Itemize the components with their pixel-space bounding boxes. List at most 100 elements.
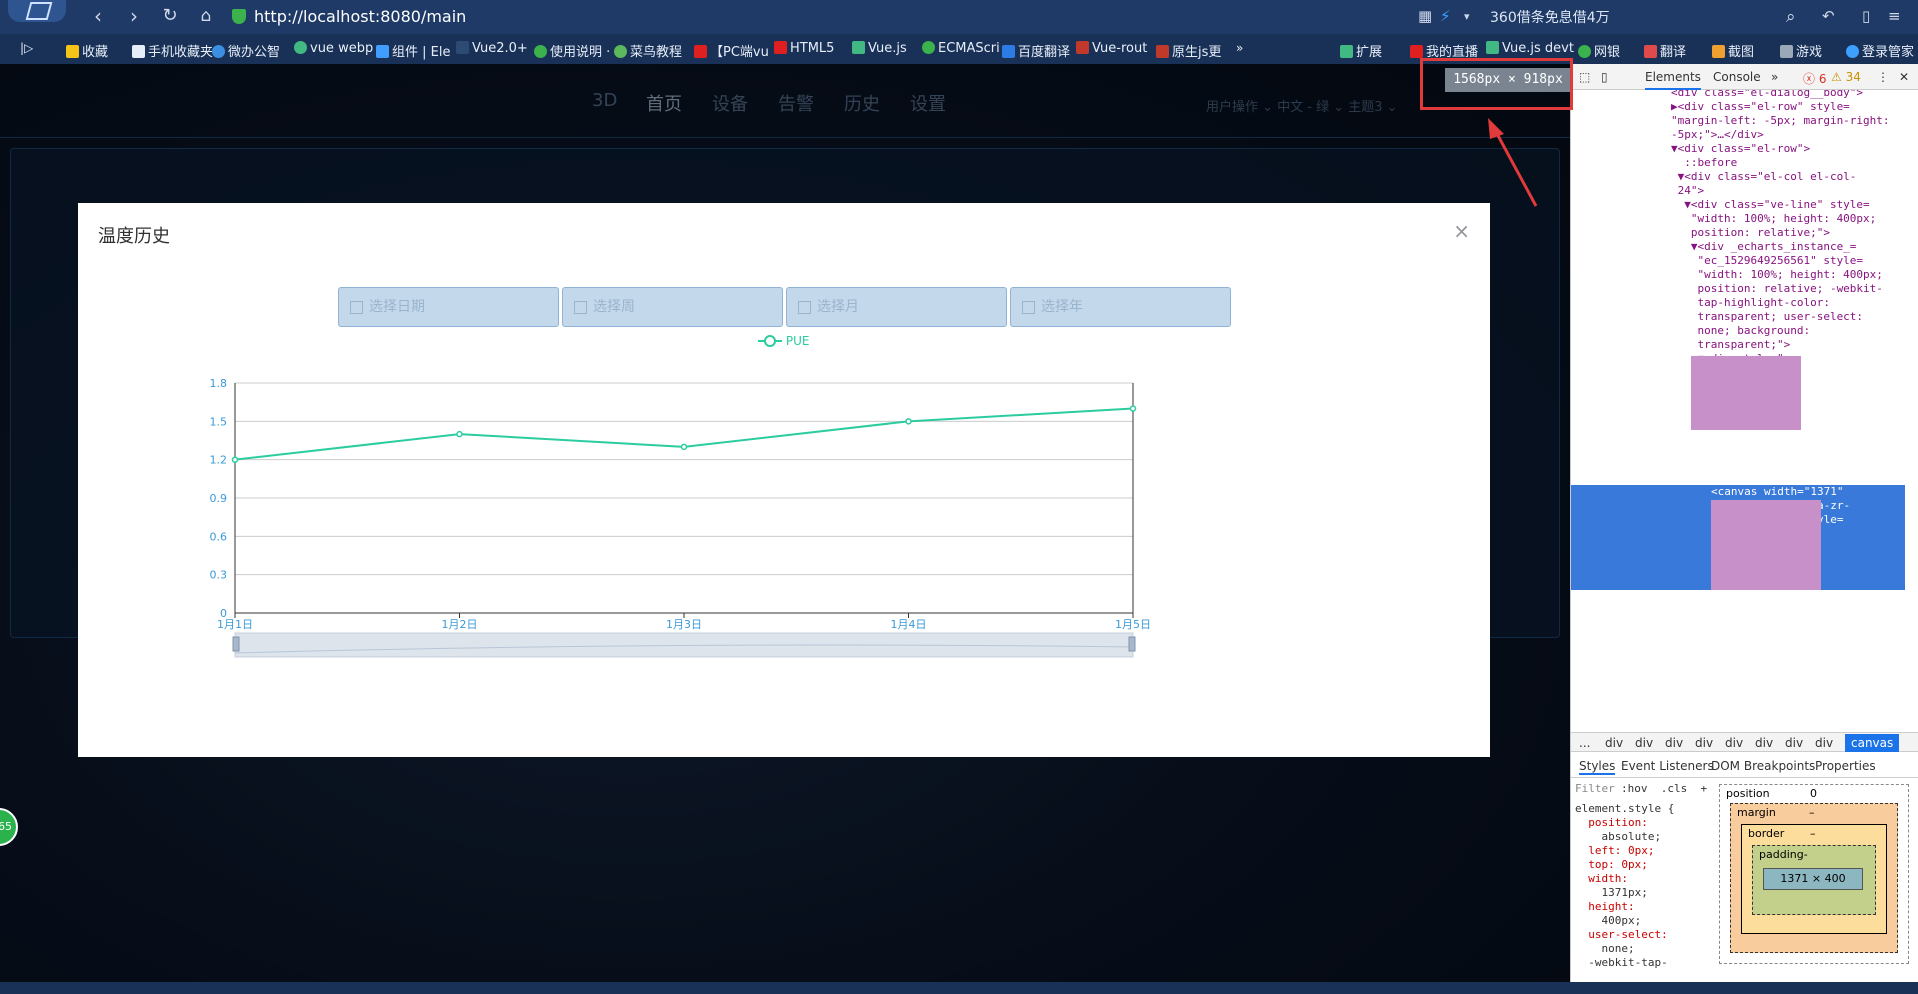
- bookmark-right-item[interactable]: 网银: [1578, 41, 1620, 60]
- tab-dom-breakpoints[interactable]: DOM Breakpoints: [1711, 759, 1815, 773]
- dropdown-icon[interactable]: ▾: [1464, 10, 1470, 23]
- style-rule-line[interactable]: left: 0px;: [1575, 844, 1674, 858]
- bookmark-favorites[interactable]: 收藏: [66, 41, 108, 60]
- lightning-icon[interactable]: ⚡: [1440, 7, 1451, 25]
- dom-node-line[interactable]: 24">: [1671, 184, 1705, 198]
- more-tabs-icon[interactable]: »: [1771, 70, 1778, 84]
- bookmark-right-item[interactable]: Vue.js devt: [1486, 41, 1574, 56]
- dom-node-line[interactable]: ▼<div class="el-row">: [1671, 142, 1810, 156]
- style-rule-line[interactable]: 400px;: [1575, 914, 1674, 928]
- error-count[interactable]: ⓧ 6: [1803, 70, 1826, 87]
- close-devtools-icon[interactable]: ✕: [1899, 70, 1909, 84]
- dom-node-line[interactable]: tap-highlight-color:: [1671, 296, 1829, 310]
- bookmark-item[interactable]: 【PC端vu: [694, 41, 769, 60]
- dom-node-line[interactable]: ▼<div _echarts_instance_=: [1671, 240, 1857, 254]
- bookmark-item[interactable]: HTML5: [774, 41, 834, 56]
- dom-node-line[interactable]: ::before: [1671, 156, 1737, 170]
- crumb[interactable]: div: [1725, 736, 1743, 750]
- dom-node-line[interactable]: transparent; user-select:: [1671, 310, 1863, 324]
- crumb[interactable]: div: [1635, 736, 1653, 750]
- warning-count[interactable]: ⚠ 34: [1831, 70, 1861, 84]
- phone-icon[interactable]: ▯: [1862, 7, 1870, 25]
- reload-icon[interactable]: ↻: [158, 5, 182, 29]
- bookmark-item[interactable]: Vue-rout: [1076, 41, 1147, 56]
- bookmark-item[interactable]: ECMAScri: [922, 41, 1000, 56]
- style-rule-line[interactable]: -webkit-tap-: [1575, 956, 1674, 970]
- style-rule-line[interactable]: 1371px;: [1575, 886, 1674, 900]
- device-toolbar-icon[interactable]: ▯: [1601, 70, 1608, 84]
- address-bar[interactable]: http://localhost:8080/main: [232, 3, 1362, 31]
- crumb[interactable]: div: [1605, 736, 1623, 750]
- bookmark-item[interactable]: vue webp: [294, 41, 373, 56]
- bookmark-item[interactable]: 原生js更: [1156, 41, 1221, 60]
- kebab-menu-icon[interactable]: ⋮: [1877, 70, 1889, 84]
- dom-node-line[interactable]: "width: 100%; height: 400px;: [1671, 268, 1882, 282]
- tab-event-listeners[interactable]: Event Listeners: [1621, 759, 1714, 773]
- dom-node-line[interactable]: "width: 100%; height: 400px;: [1671, 212, 1876, 226]
- bookmark-item[interactable]: 微办公智: [212, 41, 280, 60]
- style-rule-line[interactable]: none;: [1575, 942, 1674, 956]
- box-content[interactable]: 1371 × 400: [1763, 868, 1863, 890]
- dom-node-line[interactable]: -5px;">…</div>: [1671, 128, 1764, 142]
- crumb-canvas[interactable]: canvas: [1845, 734, 1900, 752]
- secure-shield-icon: [232, 9, 246, 24]
- filter-options[interactable]: :hov .cls +: [1621, 782, 1707, 796]
- style-rule-line[interactable]: top: 0px;: [1575, 858, 1674, 872]
- crumb[interactable]: div: [1815, 736, 1833, 750]
- inspect-icon[interactable]: ⬚: [1579, 70, 1590, 84]
- promo-text[interactable]: 360借条免息借4万: [1490, 7, 1610, 27]
- bookmark-item[interactable]: 使用说明 ·: [534, 41, 610, 60]
- dom-node-line[interactable]: "margin-left: -5px; margin-right:: [1671, 114, 1890, 128]
- style-rule-line[interactable]: position:: [1575, 816, 1674, 830]
- bookmark-right-item[interactable]: 游戏: [1780, 41, 1822, 60]
- home-icon[interactable]: ⌂: [194, 5, 218, 29]
- bookmark-right-item[interactable]: 截图: [1712, 41, 1754, 60]
- bookmark-right-item[interactable]: 翻译: [1644, 41, 1686, 60]
- crumb[interactable]: div: [1755, 736, 1773, 750]
- filter-label[interactable]: Filter: [1575, 782, 1615, 796]
- style-rule-line[interactable]: height:: [1575, 900, 1674, 914]
- crumb[interactable]: div: [1785, 736, 1803, 750]
- crumb[interactable]: ...: [1579, 736, 1590, 750]
- style-rule-line[interactable]: element.style {: [1575, 802, 1674, 816]
- search-icon[interactable]: ⌕: [1786, 7, 1796, 27]
- tab-styles[interactable]: Styles: [1579, 759, 1616, 775]
- bookmark-item[interactable]: Vue2.0+: [456, 41, 528, 56]
- more-bookmarks-icon[interactable]: »: [1236, 41, 1243, 55]
- dom-node-line[interactable]: position: relative; -webkit-: [1671, 282, 1882, 296]
- tab-console[interactable]: Console: [1713, 70, 1761, 84]
- bookmark-item[interactable]: 手机收藏夹: [132, 41, 213, 60]
- browser-logo-icon[interactable]: [8, 0, 66, 22]
- bookmark-item[interactable]: Vue.js: [852, 41, 907, 56]
- bookmark-right-item[interactable]: 扩展: [1340, 41, 1382, 60]
- dom-node-line[interactable]: position: relative;">: [1671, 226, 1830, 240]
- back-icon[interactable]: ‹: [86, 5, 110, 29]
- tab-elements[interactable]: Elements: [1645, 70, 1701, 90]
- bookmark-item[interactable]: 菜鸟教程: [614, 41, 682, 60]
- dom-node-line[interactable]: ▼<div class="ve-line" style=: [1671, 198, 1869, 212]
- style-rule-line[interactable]: width:: [1575, 872, 1674, 886]
- bookmark-right-item[interactable]: 登录管家: [1846, 41, 1914, 60]
- style-rule-line[interactable]: absolute;: [1575, 830, 1674, 844]
- dom-node-line[interactable]: <div class="el-dialog__body">: [1671, 90, 1863, 100]
- dom-node-line[interactable]: ▶<div class="el-row" style=: [1671, 100, 1850, 114]
- dom-node-line[interactable]: transparent;">: [1671, 338, 1790, 352]
- x-tick-label: 1月3日: [666, 618, 702, 631]
- crumb[interactable]: div: [1695, 736, 1713, 750]
- menu-icon[interactable]: ≡: [1888, 7, 1901, 25]
- dom-node-line[interactable]: <canvas width="1371": [1711, 485, 1843, 499]
- bookmark-item[interactable]: 百度翻译: [1002, 41, 1070, 60]
- dom-node-line[interactable]: ▼<div class="el-col el-col-: [1671, 170, 1857, 184]
- crumb[interactable]: div: [1665, 736, 1683, 750]
- qr-icon[interactable]: ▦: [1418, 7, 1432, 25]
- bookmark-item[interactable]: 组件 | Ele: [376, 41, 450, 60]
- sidebar-toggle-icon[interactable]: |▷: [20, 41, 33, 55]
- bookmarks-bar: |▷ 收藏 手机收藏夹 微办公智 vue webp 组件 | Ele Vue2.…: [0, 34, 1918, 64]
- dom-node-line[interactable]: none; background:: [1671, 324, 1810, 338]
- tab-properties[interactable]: Properties: [1815, 759, 1876, 773]
- undo-icon[interactable]: ↶: [1822, 7, 1835, 25]
- style-rule-line[interactable]: user-select:: [1575, 928, 1674, 942]
- forward-icon[interactable]: ›: [122, 5, 146, 29]
- dom-node-line[interactable]: "ec_1529649256561" style=: [1671, 254, 1863, 268]
- browser-titlebar: ‹ › ↻ ⌂ http://localhost:8080/main ▦ ⚡ ▾…: [0, 0, 1918, 34]
